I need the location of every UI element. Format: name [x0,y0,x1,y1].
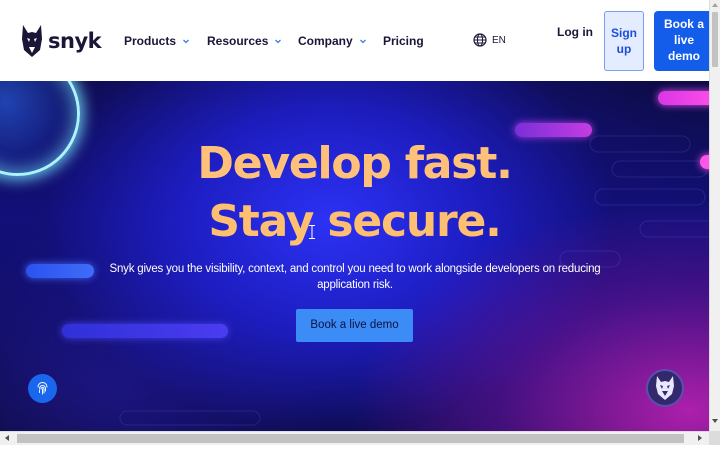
language-selector[interactable]: EN [473,33,506,47]
chevron-down-icon [275,39,282,44]
decorative-light-bar [62,324,228,338]
snyk-chat-button[interactable] [646,369,684,407]
brand-name: snyk [48,29,102,53]
nav-company[interactable]: Company [298,33,367,49]
globe-icon [473,33,487,47]
browser-viewport: snyk Products Resources Company Pricing … [0,0,709,431]
scroll-right-arrow-icon[interactable] [698,435,702,441]
chevron-down-icon [183,39,189,44]
nav-resources-label: Resources [207,34,269,48]
nav-products[interactable]: Products [124,33,190,49]
scroll-down-arrow-icon[interactable] [712,419,718,423]
horizontal-scrollbar[interactable] [0,431,709,445]
snyk-chat-icon [656,376,674,400]
chevron-down-icon [359,39,366,44]
site-header: snyk Products Resources Company Pricing … [0,0,709,81]
book-demo-header-button[interactable]: Book a live demo [654,11,709,71]
scrollbar-corner [709,431,720,445]
scroll-up-arrow-icon[interactable] [712,3,718,7]
nav-company-label: Company [298,34,353,48]
doberman-dog-logo-icon [22,25,42,57]
decorative-light-bar [515,123,592,137]
hero-section: Develop fast. Stay secure. Snyk gives yo… [0,81,709,431]
decorative-light-bar [658,91,709,105]
book-demo-hero-button[interactable]: Book a live demo [296,309,413,342]
horizontal-scroll-thumb[interactable] [17,434,684,443]
hero-headline-line1: Develop fast. [0,138,709,189]
snyk-logo[interactable]: snyk [20,22,102,60]
vertical-scroll-thumb[interactable] [712,12,718,67]
nav-pricing-label: Pricing [383,34,424,48]
signup-button[interactable]: Sign up [604,11,644,71]
text-cursor-icon [309,225,315,239]
nav-pricing[interactable]: Pricing [383,33,424,49]
decorative-light-bar [26,264,94,278]
login-link[interactable]: Log in [556,24,594,58]
nav-resources[interactable]: Resources [207,33,282,49]
hero-subtitle: Snyk gives you the visibility, context, … [109,263,601,291]
hero-background-decoration [119,135,709,426]
vertical-scrollbar[interactable] [709,0,720,431]
window-bottom-edge [0,445,720,450]
language-code: EN [492,34,506,46]
scroll-left-arrow-icon[interactable] [5,435,9,441]
fingerprint-icon [37,382,48,395]
fingerprint-icon-button[interactable] [28,374,57,403]
nav-products-label: Products [124,34,177,48]
hero-headline-line2: Stay secure. [208,196,502,247]
